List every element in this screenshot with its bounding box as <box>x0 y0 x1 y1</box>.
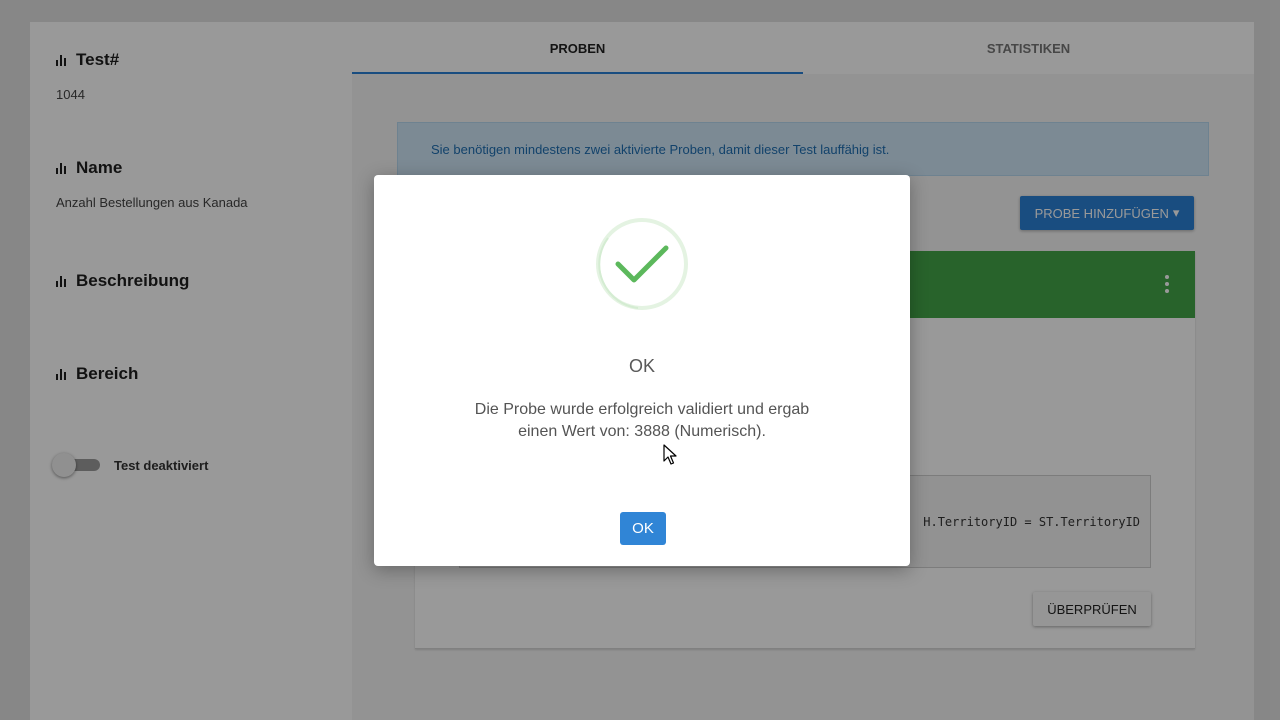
success-check-icon <box>596 218 688 310</box>
dialog-message: Die Probe wurde erfolgreich validiert un… <box>474 401 810 440</box>
success-dialog: OK Die Probe wurde erfolgreich validiert… <box>374 175 910 566</box>
dialog-title: OK <box>628 356 655 376</box>
dialog-ok-button[interactable]: OK <box>620 512 666 545</box>
mouse-cursor-icon <box>663 444 677 465</box>
